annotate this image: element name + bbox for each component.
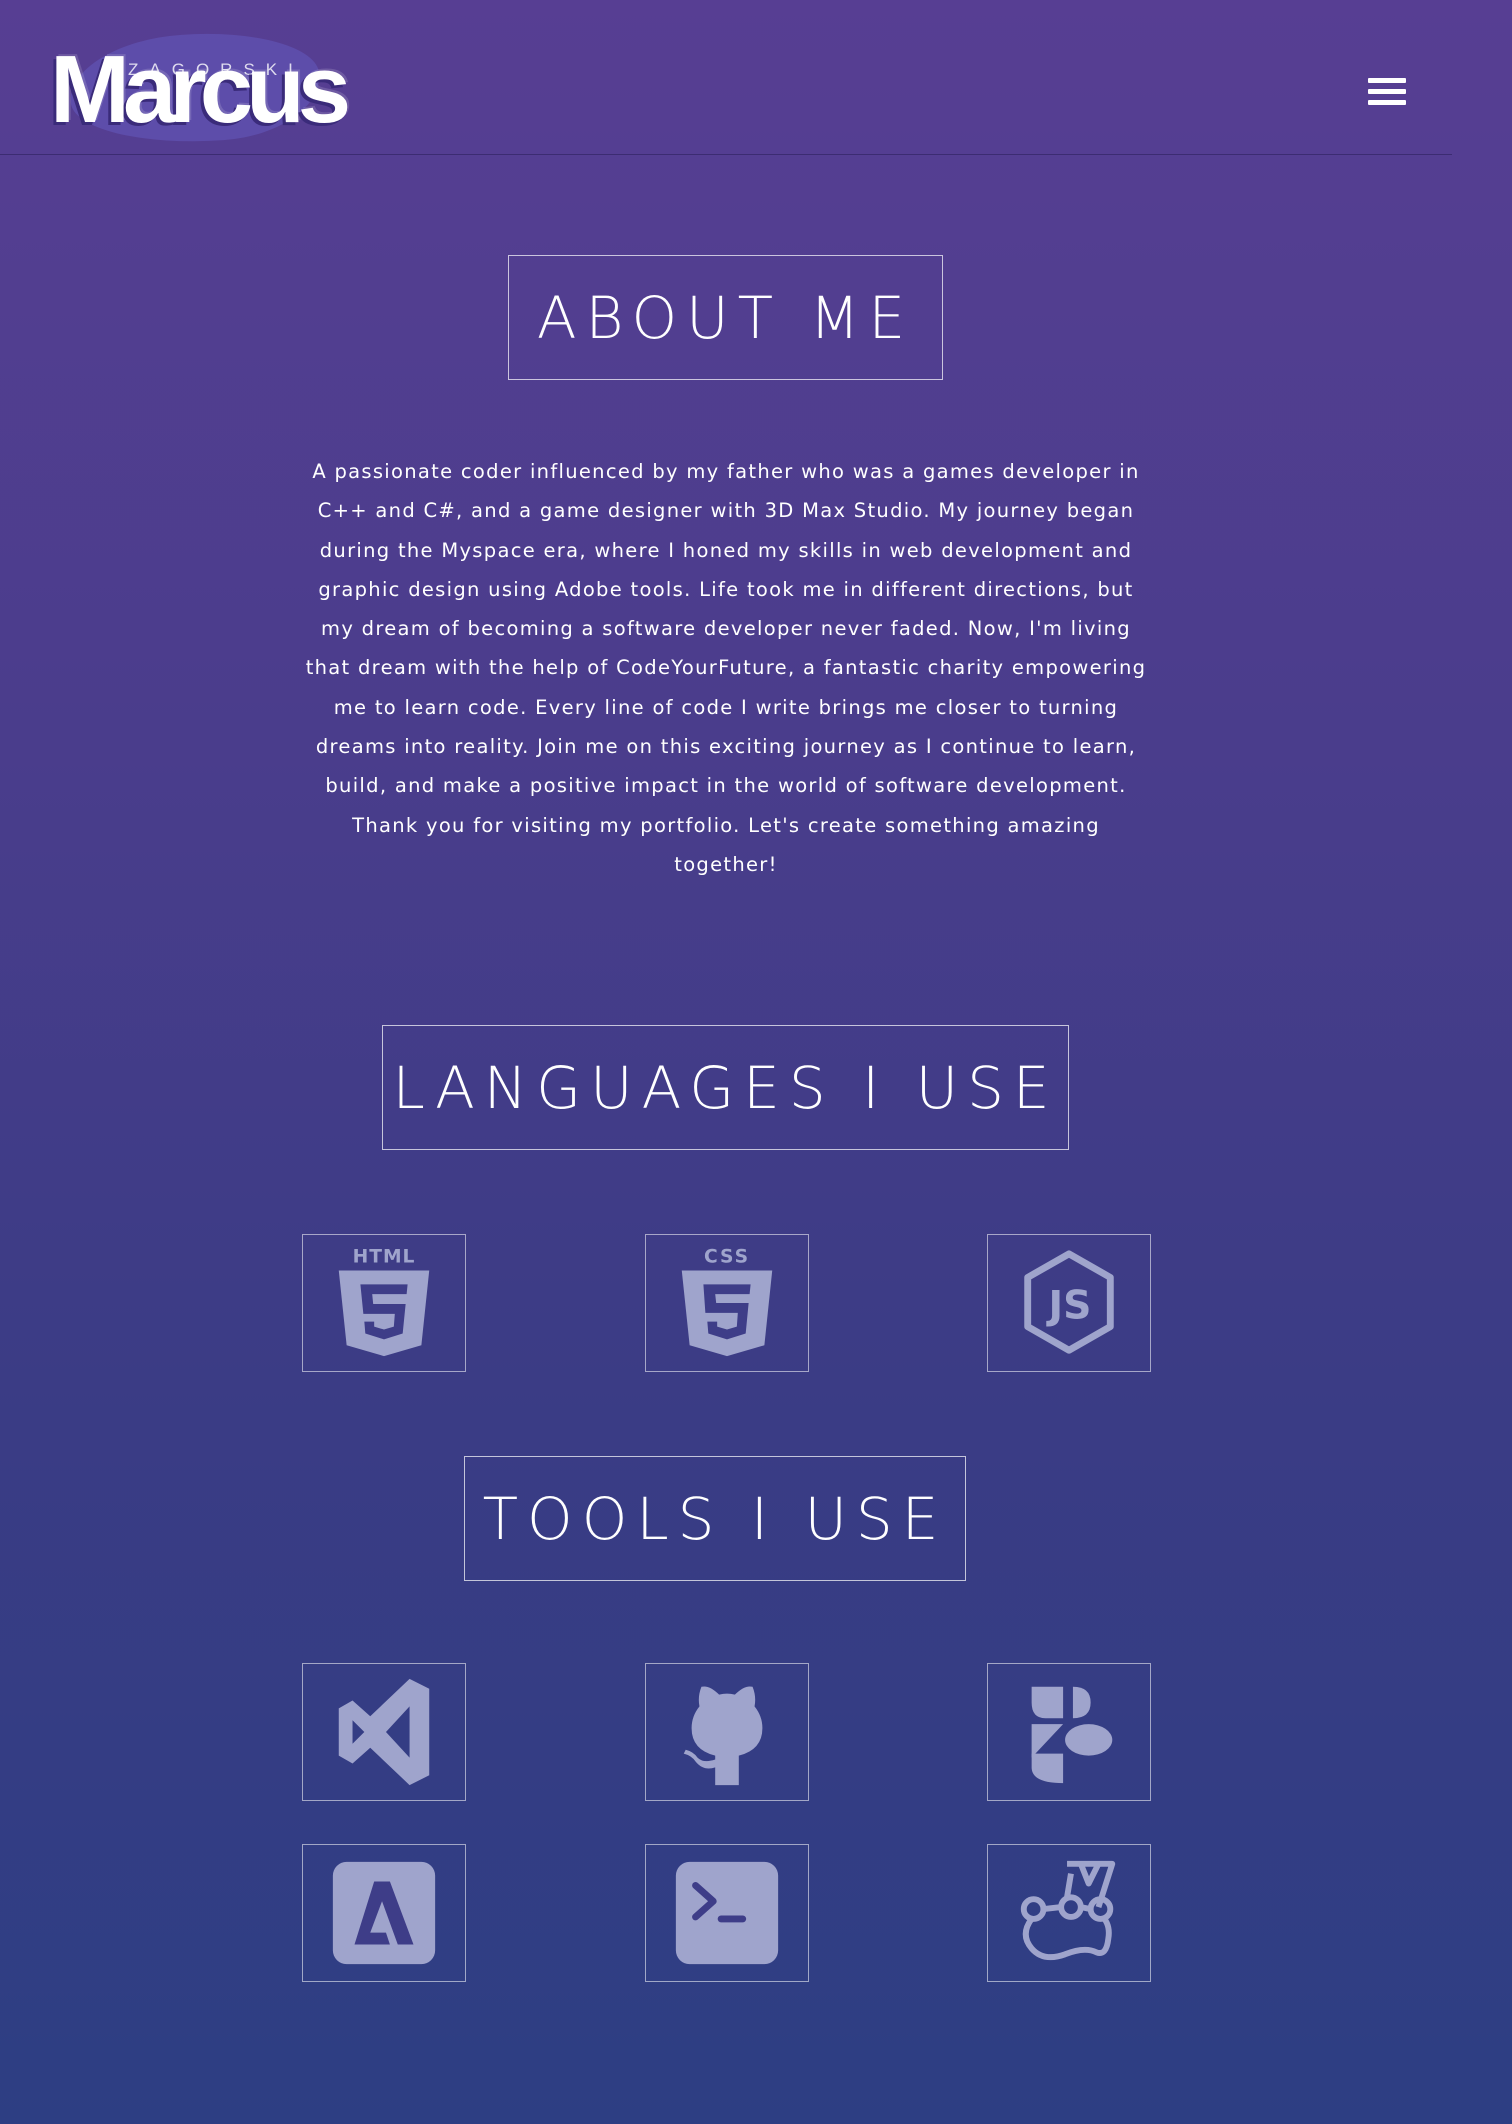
adobe-icon	[332, 1861, 436, 1965]
tile-adobe[interactable]	[302, 1844, 466, 1982]
nodejs-label: JS	[1045, 1283, 1091, 1329]
terminal-icon	[675, 1861, 779, 1965]
hamburger-icon[interactable]	[1368, 78, 1406, 106]
html5-label: HTML	[353, 1247, 416, 1268]
logo-name: Marcus	[50, 36, 351, 143]
logo[interactable]: ZAGORSKI Marcus	[40, 25, 351, 151]
css3-label: CSS	[704, 1247, 750, 1268]
tile-jest[interactable]	[987, 1844, 1151, 1982]
about-paragraph: A passionate coder influenced by my fath…	[305, 460, 1147, 876]
languages-title: LANGUAGES I USE	[392, 1053, 1059, 1122]
github-icon	[683, 1686, 763, 1786]
tile-github[interactable]	[645, 1663, 809, 1801]
css3-icon: CSS	[681, 1247, 773, 1357]
hamburger-bar	[1368, 89, 1406, 94]
tile-html[interactable]: HTML	[302, 1234, 466, 1372]
nodejs-icon: JS	[1024, 1250, 1114, 1354]
figma-icon	[1031, 1686, 1113, 1784]
tile-figma[interactable]	[987, 1663, 1151, 1801]
hamburger-bar	[1368, 100, 1406, 105]
jest-icon	[1020, 1860, 1116, 1961]
tools-title-box: TOOLS I USE	[464, 1456, 966, 1581]
hamburger-bar	[1368, 78, 1406, 83]
languages-title-box: LANGUAGES I USE	[382, 1025, 1069, 1150]
tile-nodejs[interactable]: JS	[987, 1234, 1151, 1372]
tile-terminal[interactable]	[645, 1844, 809, 1982]
tile-css[interactable]: CSS	[645, 1234, 809, 1372]
about-title: ABOUT ME	[536, 283, 915, 352]
tile-vscode[interactable]	[302, 1663, 466, 1801]
html5-icon: HTML	[338, 1247, 430, 1357]
site-header: ZAGORSKI Marcus	[0, 0, 1452, 155]
about-title-box: ABOUT ME	[508, 255, 943, 380]
tools-title: TOOLS I USE	[482, 1484, 948, 1553]
vscode-icon	[338, 1678, 430, 1786]
